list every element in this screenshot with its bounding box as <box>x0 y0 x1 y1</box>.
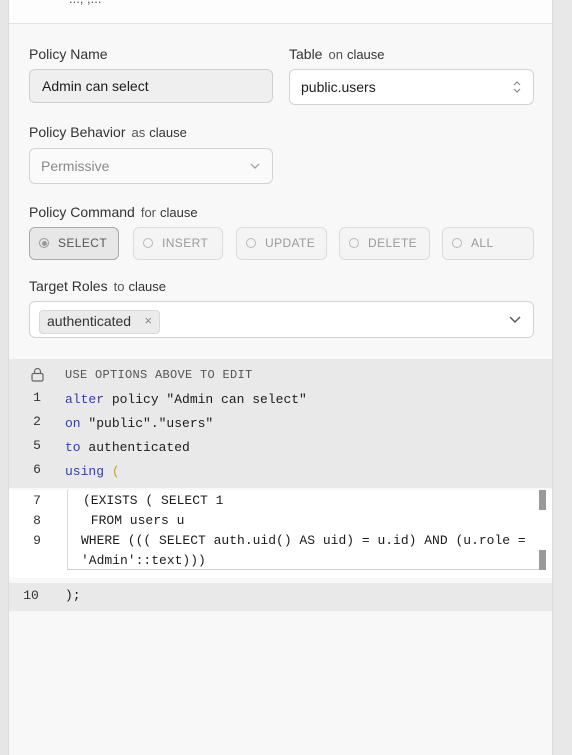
editor-focus-indicator <box>552 490 553 578</box>
line-number: 10 <box>23 588 39 603</box>
role-chip: authenticated × <box>39 310 161 334</box>
remove-role-icon[interactable]: × <box>144 311 152 331</box>
roles-clause-keyword: to <box>113 279 125 294</box>
code-line: WHERE ((( SELECT auth.uid() AS uid) = u.… <box>81 533 526 548</box>
code-line: ); <box>65 588 81 603</box>
behavior-clause-keyword: as <box>131 125 146 140</box>
radio-icon <box>349 238 359 248</box>
code-keyword: using <box>65 464 105 479</box>
vertical-scrollbar-thumb-bottom[interactable] <box>539 550 546 570</box>
command-label: Policy Command for clause <box>29 204 198 220</box>
code-keyword: on <box>65 416 81 431</box>
command-option-delete[interactable]: DELETE <box>339 227 430 260</box>
table-clause-word: clause <box>346 47 385 62</box>
code-text: policy "Admin can select" <box>104 392 307 407</box>
table-select-value: public.users <box>301 79 376 95</box>
policy-name-value: Admin can select <box>42 78 149 94</box>
line-number: 5 <box>33 438 41 453</box>
command-option-update[interactable]: UPDATE <box>236 227 327 260</box>
code-line: (EXISTS ( SELECT 1 <box>83 493 223 508</box>
command-option-label: INSERT <box>162 236 209 250</box>
code-text: "public"."users" <box>80 416 214 431</box>
panel-header: ..., ,... <box>9 0 552 24</box>
right-edge-strip <box>554 0 572 755</box>
roles-label: Target Roles to clause <box>29 278 166 294</box>
code-text: WHERE ((( SELECT auth.uid() AS uid) = u.… <box>81 533 526 548</box>
horizontal-scrollbar[interactable] <box>67 569 539 570</box>
code-line: to authenticated <box>65 440 190 455</box>
command-option-label: ALL <box>471 236 494 250</box>
table-label-text: Table <box>289 46 323 62</box>
behavior-label: Policy Behavior as clause <box>29 124 187 140</box>
table-label: Table on clause <box>289 46 385 62</box>
policy-name-input[interactable]: Admin can select <box>29 69 273 103</box>
behavior-select[interactable]: Permissive <box>29 148 273 184</box>
roles-select[interactable]: authenticated × <box>29 301 534 338</box>
up-down-chevron-icon <box>513 81 521 93</box>
header-text: ..., ,... <box>69 0 102 6</box>
line-number: 8 <box>33 513 41 528</box>
command-option-all[interactable]: ALL <box>442 227 534 260</box>
line-number: 1 <box>33 390 41 405</box>
line-number: 7 <box>33 493 41 508</box>
radio-icon <box>452 238 462 248</box>
chevron-down-icon <box>250 163 260 169</box>
chevron-down-icon <box>509 316 521 323</box>
policy-editor-panel: ..., ,... Policy Name Admin can select T… <box>8 0 553 755</box>
code-text: (EXISTS ( SELECT 1 <box>83 493 224 508</box>
policy-name-label: Policy Name <box>29 46 108 62</box>
editor-gutter-divider <box>67 490 68 570</box>
vertical-scrollbar-thumb[interactable] <box>539 490 546 510</box>
command-option-label: SELECT <box>58 236 108 250</box>
command-clause-word: clause <box>160 205 198 220</box>
behavior-clause-word: clause <box>149 125 187 140</box>
code-text: ); <box>65 588 81 603</box>
readonly-hint: USE OPTIONS ABOVE TO EDIT <box>65 368 253 382</box>
code-bracket: ( <box>104 464 120 479</box>
table-clause-keyword: on <box>328 47 343 62</box>
policy-name-label-text: Policy Name <box>29 46 108 62</box>
code-text: authenticated <box>80 440 190 455</box>
radio-icon <box>246 238 256 248</box>
line-number: 2 <box>33 414 41 429</box>
command-option-label: UPDATE <box>265 236 316 250</box>
command-option-insert[interactable]: INSERT <box>133 227 223 260</box>
command-clause-keyword: for <box>140 205 156 220</box>
code-keyword: to <box>65 440 81 455</box>
table-select[interactable]: public.users <box>289 69 534 105</box>
lock-icon <box>31 367 44 382</box>
code-line: 'Admin'::text))) <box>81 553 206 568</box>
command-option-select[interactable]: SELECT <box>29 227 119 260</box>
radio-icon <box>143 238 153 248</box>
command-label-text: Policy Command <box>29 204 135 220</box>
code-line: on "public"."users" <box>65 416 213 431</box>
code-keyword: alter <box>65 392 105 407</box>
sql-preview-readonly: USE OPTIONS ABOVE TO EDIT 1 alter policy… <box>9 359 552 488</box>
roles-clause-word: clause <box>128 279 167 294</box>
command-option-label: DELETE <box>368 236 418 250</box>
behavior-select-value: Permissive <box>41 158 110 174</box>
sql-closing-readonly: 10 ); <box>9 583 552 611</box>
behavior-label-text: Policy Behavior <box>29 124 126 140</box>
line-number: 6 <box>33 462 41 477</box>
code-line: using ( <box>65 464 120 479</box>
code-text: FROM users u <box>83 513 185 528</box>
roles-label-text: Target Roles <box>29 278 108 294</box>
code-line: alter policy "Admin can select" <box>65 392 307 407</box>
line-number: 9 <box>33 533 41 548</box>
code-text: 'Admin'::text))) <box>81 553 206 568</box>
role-chip-label: authenticated <box>47 313 132 329</box>
sql-using-editor[interactable]: 7 8 9 (EXISTS ( SELECT 1 FROM users u WH… <box>9 490 553 578</box>
code-line: FROM users u <box>83 513 185 528</box>
radio-selected-icon <box>39 238 49 248</box>
